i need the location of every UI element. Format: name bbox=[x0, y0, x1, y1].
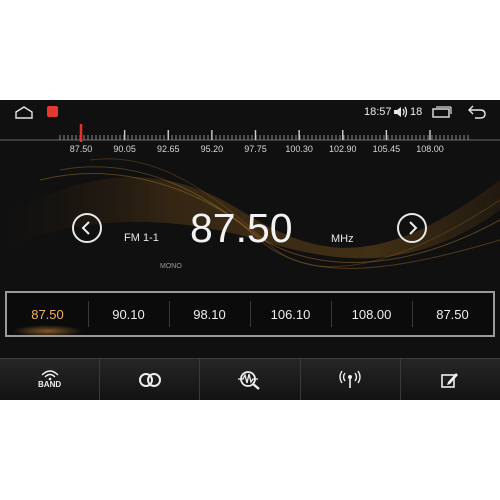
chevron-left-icon bbox=[81, 221, 90, 235]
preset-label: 98.10 bbox=[193, 306, 226, 322]
preset-label: 87.50 bbox=[31, 306, 64, 322]
app-icon[interactable] bbox=[47, 106, 58, 117]
preset-2[interactable]: 90.10 bbox=[88, 297, 169, 331]
antenna-icon bbox=[339, 370, 361, 388]
previous-station-button[interactable] bbox=[72, 213, 102, 243]
preset-5[interactable]: 108.00 bbox=[331, 297, 412, 331]
tuning-scale-ticks bbox=[0, 124, 500, 142]
preset-4[interactable]: 106.10 bbox=[250, 297, 331, 331]
stereo-icon bbox=[138, 373, 161, 387]
stereo-button[interactable] bbox=[99, 359, 199, 400]
preset-list: 87.50 90.10 98.10 106.10 108.00 87.50 bbox=[5, 291, 495, 337]
search-icon bbox=[238, 371, 260, 390]
scale-label: 95.20 bbox=[200, 144, 224, 154]
chevron-right-icon bbox=[409, 221, 418, 235]
scale-label: 102.90 bbox=[328, 144, 357, 154]
band-button-label: BAND bbox=[38, 380, 62, 389]
scale-label: 105.45 bbox=[372, 144, 401, 154]
band-button[interactable]: BAND bbox=[0, 359, 99, 400]
edit-icon bbox=[441, 373, 459, 388]
band-label: FM 1-1 bbox=[124, 232, 159, 244]
search-button[interactable] bbox=[199, 359, 299, 400]
preset-1[interactable]: 87.50 bbox=[7, 297, 88, 337]
scale-label: 100.30 bbox=[285, 144, 313, 154]
scale-label: 97.75 bbox=[244, 144, 267, 154]
volume-icon[interactable] bbox=[393, 105, 409, 119]
preset-label: 90.10 bbox=[112, 306, 145, 322]
preset-6[interactable]: 87.50 bbox=[412, 297, 493, 331]
clock: 18:57 bbox=[364, 106, 392, 118]
back-icon[interactable] bbox=[467, 104, 487, 120]
status-bar: 18:57 18 bbox=[0, 100, 500, 124]
home-icon[interactable] bbox=[14, 105, 34, 119]
scale-label: 92.65 bbox=[156, 144, 180, 154]
volume-level: 18 bbox=[410, 106, 423, 118]
bottom-toolbar: BAND bbox=[0, 358, 500, 400]
preset-label: 106.10 bbox=[270, 306, 311, 322]
radio-screen: 18:57 18 87.50 90.05 92.65 95.20 97.75 100.30… bbox=[0, 100, 500, 400]
antenna-button[interactable] bbox=[299, 359, 400, 400]
mono-indicator: MONO bbox=[160, 263, 182, 270]
current-frequency: 87.50 bbox=[190, 205, 293, 251]
recent-apps-icon[interactable] bbox=[432, 106, 452, 118]
preset-label: 108.00 bbox=[351, 306, 392, 322]
preset-label: 87.50 bbox=[436, 306, 469, 322]
frequency-unit: MHz bbox=[331, 233, 354, 245]
scale-label: 90.05 bbox=[113, 144, 136, 154]
next-station-button[interactable] bbox=[397, 213, 427, 243]
scale-label: 108.00 bbox=[416, 144, 444, 154]
preset-3[interactable]: 98.10 bbox=[169, 297, 250, 331]
scale-label: 87.50 bbox=[69, 144, 93, 154]
tuning-scale[interactable]: 87.50 90.05 92.65 95.20 97.75 100.30 102.90 105… bbox=[0, 124, 500, 164]
edit-button[interactable] bbox=[399, 359, 500, 400]
